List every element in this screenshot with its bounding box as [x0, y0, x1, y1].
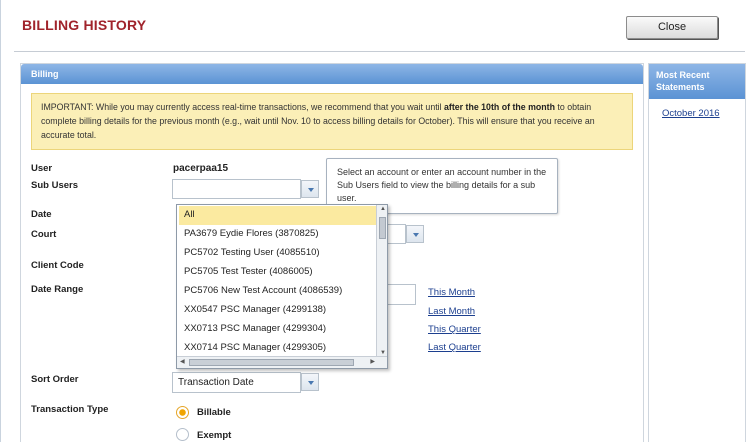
billable-label: Billable [197, 407, 231, 418]
sub-users-dropdown-button[interactable] [301, 180, 319, 198]
statement-link-october-2016[interactable]: October 2016 [662, 108, 720, 119]
list-item[interactable]: PA3679 Eydie Flores (3870825) [179, 225, 377, 244]
this-quarter-link[interactable]: This Quarter [428, 324, 481, 335]
page-title: BILLING HISTORY [22, 17, 147, 33]
list-item[interactable]: All [179, 206, 377, 225]
scroll-right-arrow-icon[interactable]: ▶ [370, 358, 375, 365]
vertical-scroll-thumb[interactable] [379, 217, 386, 239]
list-item[interactable]: PC5705 Test Tester (4086005) [179, 263, 377, 282]
list-item[interactable]: XX0713 PSC Manager (4299304) [179, 320, 377, 339]
last-quarter-link[interactable]: Last Quarter [428, 342, 481, 353]
sort-order-select[interactable]: Transaction Date [172, 372, 301, 393]
close-button[interactable]: Close [626, 16, 718, 39]
list-item[interactable]: PC5706 New Test Account (4086539) [179, 282, 377, 301]
exempt-radio[interactable] [176, 428, 189, 441]
date-range-label: Date Range [31, 284, 84, 295]
user-label: User [31, 163, 53, 174]
transaction-type-label: Transaction Type [31, 404, 109, 415]
list-item[interactable]: PC5702 Testing User (4085510) [179, 244, 377, 263]
sub-users-listbox: All PA3679 Eydie Flores (3870825) PC5702… [176, 204, 388, 369]
notice-text-bold: after the 10th of the month [444, 102, 555, 112]
billable-radio[interactable] [176, 406, 189, 419]
this-month-link[interactable]: This Month [428, 287, 475, 298]
court-dropdown-button[interactable] [406, 225, 424, 243]
exempt-label: Exempt [197, 430, 232, 441]
notice-text-prefix: IMPORTANT: While you may currently acces… [41, 102, 445, 112]
client-code-label: Client Code [31, 260, 84, 271]
billing-panel: Billing IMPORTANT: While you may current… [20, 63, 644, 442]
recent-statements-header: Most Recent Statements [649, 64, 745, 99]
list-item[interactable]: XX0547 PSC Manager (4299138) [179, 301, 377, 320]
sub-users-label: Sub Users [31, 180, 78, 191]
sort-order-label: Sort Order [31, 374, 79, 385]
sort-order-dropdown-button[interactable] [301, 373, 319, 391]
last-month-link[interactable]: Last Month [428, 306, 475, 317]
important-notice: IMPORTANT: While you may currently acces… [31, 93, 633, 150]
court-label: Court [31, 229, 57, 240]
user-value: pacerpaa15 [173, 163, 229, 174]
recent-statements-panel: Most Recent Statements October 2016 [648, 63, 746, 442]
sub-users-input[interactable] [172, 179, 301, 199]
scroll-left-arrow-icon[interactable]: ◀ [180, 358, 185, 365]
scroll-up-arrow-icon[interactable]: ▲ [380, 206, 386, 212]
billing-panel-header: Billing [21, 64, 643, 84]
divider [14, 51, 745, 52]
listbox-horizontal-scrollbar[interactable]: ◀ ▶ [177, 356, 387, 368]
date-label: Date [31, 209, 52, 220]
horizontal-scroll-thumb[interactable] [189, 359, 354, 366]
listbox-vertical-scrollbar[interactable]: ▲ ▼ [376, 205, 387, 357]
